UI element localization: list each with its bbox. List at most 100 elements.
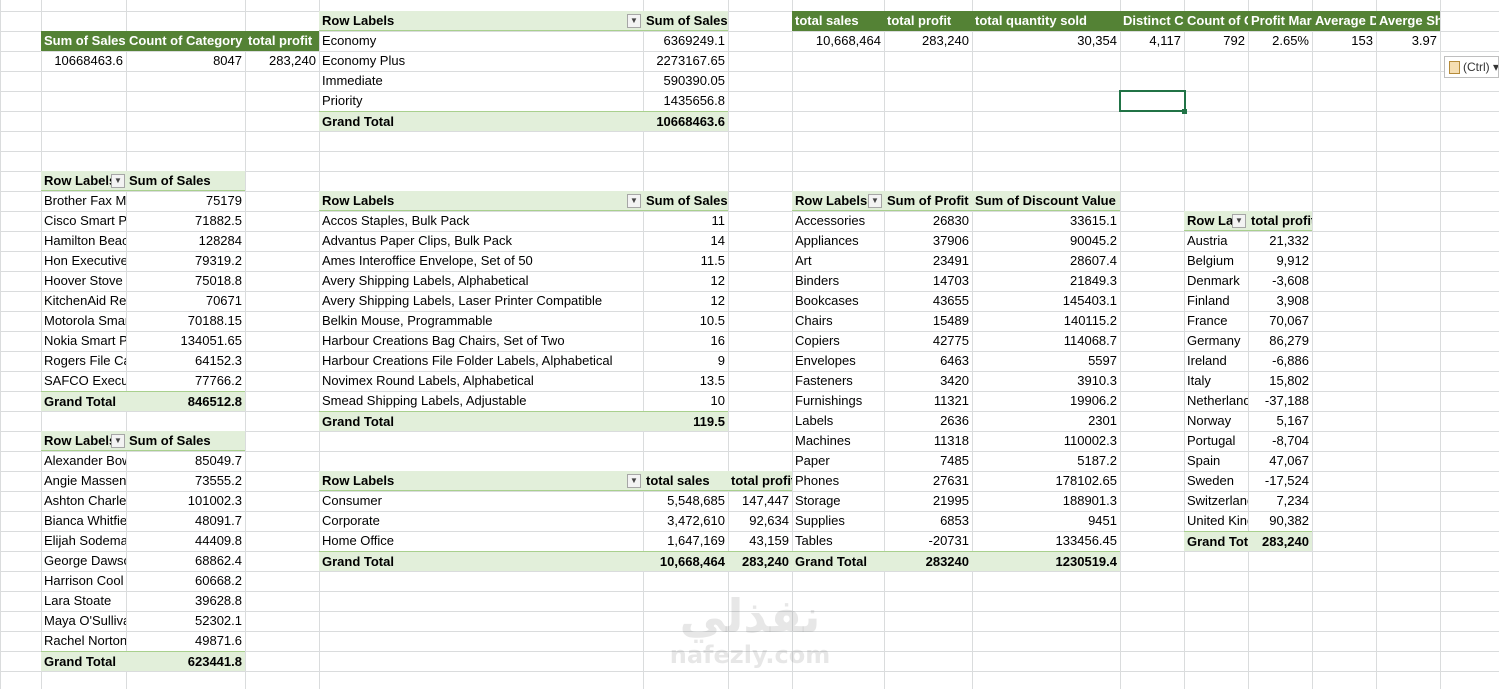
pivot-row-label[interactable]: Harbour Creations Bag Chairs, Set of Two	[319, 331, 643, 351]
pivot-row-value[interactable]: 21,332	[1248, 231, 1312, 251]
pivot-row-label[interactable]: Sweden	[1184, 471, 1248, 491]
pivot-row-value[interactable]: 39628.8	[126, 591, 245, 611]
pivot-row-label[interactable]: Accos Staples, Bulk Pack	[319, 211, 643, 231]
pivot-row-value[interactable]: -3,608	[1248, 271, 1312, 291]
kpi-value-cell[interactable]: 792	[1184, 31, 1248, 51]
filter-dropdown-icon[interactable]: ▼	[868, 194, 882, 208]
pivot-row-label[interactable]: KitchenAid Refrigerator	[41, 291, 126, 311]
pivot-row-label[interactable]: Elijah Sodema	[41, 531, 126, 551]
pivot-row-label[interactable]: Furnishings	[792, 391, 884, 411]
pivot-row-label[interactable]: Harbour Creations File Folder Labels, Al…	[319, 351, 643, 371]
pivot-row-label[interactable]: Ireland	[1184, 351, 1248, 371]
pivot-row-label[interactable]: Maya O'Sullivan	[41, 611, 126, 631]
pivot-row-value[interactable]: 7485	[884, 451, 972, 471]
pivot-row-label[interactable]: Ashton Charles	[41, 491, 126, 511]
pivot-row-value[interactable]: 70671	[126, 291, 245, 311]
pivot-row-value[interactable]: 47,067	[1248, 451, 1312, 471]
pivot-row-label[interactable]: Copiers	[792, 331, 884, 351]
kpi-value-cell[interactable]: 8047	[126, 51, 245, 71]
pivot-row-value[interactable]: 11321	[884, 391, 972, 411]
pivot-row-value[interactable]: 1435656.8	[643, 91, 728, 111]
grand-total-label[interactable]: Grand Total	[319, 411, 643, 431]
pivot-row-value[interactable]: 75018.8	[126, 271, 245, 291]
pivot-row-value[interactable]: 77766.2	[126, 371, 245, 391]
pivot-row-label[interactable]: Storage	[792, 491, 884, 511]
kpi-header-cell[interactable]: Averge Sh	[1376, 11, 1440, 31]
pivot-row-label[interactable]: Tables	[792, 531, 884, 551]
pivot-row-value[interactable]: 86,279	[1248, 331, 1312, 351]
pivot-row-label[interactable]: France	[1184, 311, 1248, 331]
grand-total-value[interactable]: 623441.8	[126, 651, 245, 671]
pivot-row-value[interactable]: 64152.3	[126, 351, 245, 371]
filter-funnel-icon[interactable]: ▼	[111, 174, 125, 188]
pivot-row-label[interactable]: Phones	[792, 471, 884, 491]
pivot-value-header[interactable]: total profit	[728, 471, 792, 491]
grand-total-value[interactable]: 283,240	[728, 551, 792, 571]
kpi-header-cell[interactable]: Count of C	[1184, 11, 1248, 31]
pivot-row-value[interactable]: 114068.7	[972, 331, 1120, 351]
pivot-row-label[interactable]: Germany	[1184, 331, 1248, 351]
filter-dropdown-icon[interactable]: ▼	[627, 474, 641, 488]
pivot-row-label[interactable]: Cisco Smart Phone	[41, 211, 126, 231]
kpi-value-cell[interactable]: 4,117	[1120, 31, 1184, 51]
pivot-row-value[interactable]: 27631	[884, 471, 972, 491]
pivot-row-value[interactable]: 10.5	[643, 311, 728, 331]
grand-total-label[interactable]: Grand Total	[319, 551, 643, 571]
active-cell-selection[interactable]	[1119, 90, 1186, 112]
pivot-row-value[interactable]: 92,634	[728, 511, 792, 531]
pivot-row-value[interactable]: 11318	[884, 431, 972, 451]
pivot-value-header[interactable]: Sum of Sales	[643, 191, 728, 211]
pivot-row-value[interactable]: 133456.45	[972, 531, 1120, 551]
pivot-row-value[interactable]: -8,704	[1248, 431, 1312, 451]
pivot-row-label[interactable]: Consumer	[319, 491, 643, 511]
pivot-row-value[interactable]: 33615.1	[972, 211, 1120, 231]
kpi-value-cell[interactable]: 283,240	[884, 31, 972, 51]
kpi-header-cell[interactable]: total profit	[884, 11, 972, 31]
pivot-row-value[interactable]: 5597	[972, 351, 1120, 371]
pivot-row-labels-header[interactable]: Row Labels	[319, 471, 643, 491]
pivot-row-value[interactable]: 60668.2	[126, 571, 245, 591]
pivot-row-value[interactable]: 6463	[884, 351, 972, 371]
pivot-row-label[interactable]: Ames Interoffice Envelope, Set of 50	[319, 251, 643, 271]
kpi-value-cell[interactable]: 10,668,464	[792, 31, 884, 51]
pivot-row-value[interactable]: 52302.1	[126, 611, 245, 631]
grand-total-label[interactable]: Grand Total	[41, 391, 126, 411]
filter-dropdown-icon[interactable]: ▼	[627, 14, 641, 28]
pivot-row-label[interactable]: Advantus Paper Clips, Bulk Pack	[319, 231, 643, 251]
pivot-row-value[interactable]: 11.5	[643, 251, 728, 271]
kpi-value-cell[interactable]: 2.65%	[1248, 31, 1312, 51]
pivot-row-label[interactable]: Netherlands	[1184, 391, 1248, 411]
pivot-row-value[interactable]: 1,647,169	[643, 531, 728, 551]
pivot-row-label[interactable]: Belkin Mouse, Programmable	[319, 311, 643, 331]
pivot-row-label[interactable]: Motorola Smart Phone	[41, 311, 126, 331]
pivot-row-label[interactable]: Portugal	[1184, 431, 1248, 451]
grand-total-value[interactable]: 283,240	[1248, 531, 1312, 551]
pivot-value-header[interactable]: Sum of Profit	[884, 191, 972, 211]
pivot-row-value[interactable]: -20731	[884, 531, 972, 551]
kpi-header-cell[interactable]: total profit	[245, 31, 319, 51]
pivot-row-value[interactable]: 43655	[884, 291, 972, 311]
pivot-row-label[interactable]: Priority	[319, 91, 643, 111]
pivot-row-label[interactable]: Lara Stoate	[41, 591, 126, 611]
pivot-row-value[interactable]: 12	[643, 291, 728, 311]
pivot-row-value[interactable]: 2636	[884, 411, 972, 431]
pivot-row-value[interactable]: 9,912	[1248, 251, 1312, 271]
pivot-row-value[interactable]: 11	[643, 211, 728, 231]
pivot-row-label[interactable]: Italy	[1184, 371, 1248, 391]
pivot-value-header[interactable]: Sum of Discount Value	[972, 191, 1120, 211]
pivot-row-label[interactable]: Economy	[319, 31, 643, 51]
pivot-row-value[interactable]: 37906	[884, 231, 972, 251]
pivot-row-label[interactable]: Finland	[1184, 291, 1248, 311]
kpi-value-cell[interactable]: 10668463.6	[41, 51, 126, 71]
pivot-row-label[interactable]: Home Office	[319, 531, 643, 551]
pivot-row-value[interactable]: 42775	[884, 331, 972, 351]
pivot-row-value[interactable]: 128284	[126, 231, 245, 251]
pivot-row-label[interactable]: Binders	[792, 271, 884, 291]
kpi-header-cell[interactable]: Count of Category	[126, 31, 245, 51]
pivot-row-value[interactable]: 101002.3	[126, 491, 245, 511]
filter-funnel-icon[interactable]: ▼	[111, 434, 125, 448]
kpi-value-cell[interactable]: 30,354	[972, 31, 1120, 51]
pivot-row-value[interactable]: 14	[643, 231, 728, 251]
pivot-row-value[interactable]: 7,234	[1248, 491, 1312, 511]
pivot-row-label[interactable]: Bookcases	[792, 291, 884, 311]
